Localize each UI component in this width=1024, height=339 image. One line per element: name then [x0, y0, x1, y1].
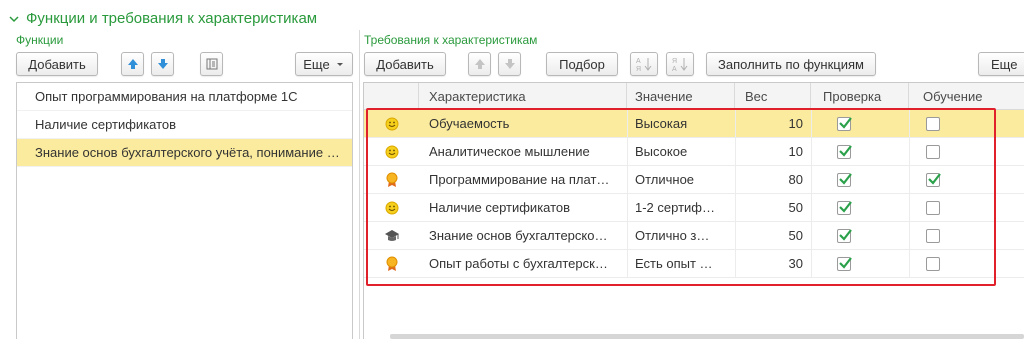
functions-label: Функции [16, 33, 64, 47]
training-checkbox[interactable] [926, 173, 941, 187]
fill-by-functions-button[interactable]: Заполнить по функциям [706, 52, 876, 76]
left-more-label: Еще [303, 56, 330, 72]
arrow-down-icon [157, 59, 168, 69]
requirements-table[interactable]: Характеристика Значение Вес Проверка Обу… [363, 82, 1024, 339]
svg-text:А: А [636, 58, 641, 65]
check-checkbox[interactable] [837, 229, 852, 243]
requirements-label: Требования к характеристикам [364, 33, 538, 47]
svg-text:Я: Я [636, 66, 641, 72]
form-settings-button[interactable] [200, 52, 223, 76]
cell-value[interactable]: Отлично з… [635, 222, 733, 250]
right-more-button[interactable]: Еще [978, 52, 1024, 76]
row-icon-cell [364, 194, 419, 222]
award-medal-icon [385, 172, 399, 188]
table-row[interactable]: Опыт работы с бухгалтерск… Есть опыт … 30 [364, 250, 1024, 278]
row-icon-cell [364, 138, 419, 166]
move-up-button[interactable] [121, 52, 144, 76]
check-checkbox[interactable] [837, 201, 852, 215]
panel-splitter[interactable] [359, 30, 360, 339]
training-checkbox[interactable] [926, 201, 940, 215]
cell-weight[interactable]: 80 [735, 166, 803, 194]
award-medal-icon [385, 256, 399, 272]
table-row[interactable]: Обучаемость Высокая 10 [364, 110, 1024, 138]
sort-descending-icon: ЯА [672, 58, 688, 72]
cell-characteristic[interactable]: Опыт работы с бухгалтерск… [429, 250, 624, 278]
training-checkbox[interactable] [926, 229, 940, 243]
header-weight[interactable]: Вес [735, 83, 811, 110]
arrow-up-icon [127, 59, 138, 69]
group-header[interactable]: Функции и требования к характеристикам [8, 8, 317, 28]
cell-characteristic[interactable]: Аналитическое мышление [429, 138, 624, 166]
cell-weight[interactable]: 10 [735, 138, 803, 166]
dropdown-arrow-icon [336, 63, 343, 66]
sort-desc-button[interactable]: ЯА [666, 52, 694, 76]
cell-weight[interactable]: 30 [735, 250, 803, 278]
left-more-button[interactable]: Еще [295, 52, 353, 76]
select-button[interactable]: Подбор [546, 52, 618, 76]
cell-characteristic[interactable]: Обучаемость [429, 110, 624, 138]
req-move-down-button[interactable] [498, 52, 521, 76]
list-item-selected[interactable]: Знание основ бухгалтерского учёта, поним… [17, 139, 352, 167]
svg-text:А: А [672, 66, 677, 72]
smiley-icon [385, 145, 399, 159]
cell-characteristic[interactable]: Наличие сертификатов [429, 194, 624, 222]
header-characteristic[interactable]: Характеристика [419, 83, 627, 110]
row-icon-cell [364, 250, 419, 278]
check-checkbox[interactable] [837, 117, 852, 131]
header-icon-col [364, 83, 419, 110]
table-row[interactable]: Наличие сертификатов 1-2 сертиф… 50 [364, 194, 1024, 222]
graduation-cap-icon [384, 229, 400, 243]
training-checkbox[interactable] [926, 257, 940, 271]
row-icon-cell [364, 110, 419, 138]
smiley-icon [385, 117, 399, 131]
row-icon-cell [364, 222, 419, 250]
header-check[interactable]: Проверка [811, 83, 909, 110]
cell-weight[interactable]: 50 [735, 222, 803, 250]
move-down-button[interactable] [151, 52, 174, 76]
add-requirement-button[interactable]: Добавить [364, 52, 446, 76]
cell-weight[interactable]: 50 [735, 194, 803, 222]
header-value[interactable]: Значение [627, 83, 735, 110]
training-checkbox[interactable] [926, 145, 940, 159]
table-header: Характеристика Значение Вес Проверка Обу… [364, 83, 1024, 110]
cell-value[interactable]: Есть опыт … [635, 250, 733, 278]
check-checkbox[interactable] [837, 173, 852, 187]
cell-characteristic[interactable]: Знание основ бухгалтерско… [429, 222, 624, 250]
functions-list[interactable]: Опыт программирования на платформе 1С На… [16, 82, 353, 339]
training-checkbox[interactable] [926, 117, 940, 131]
cell-value[interactable]: Высокая [635, 110, 733, 138]
arrow-down-icon [504, 59, 515, 69]
group-title: Функции и требования к характеристикам [26, 9, 318, 27]
svg-text:Я: Я [672, 58, 677, 65]
cell-value[interactable]: Высокое [635, 138, 733, 166]
list-item[interactable]: Наличие сертификатов [17, 111, 352, 139]
req-move-up-button[interactable] [468, 52, 491, 76]
horizontal-scrollbar[interactable] [390, 334, 1024, 339]
list-item[interactable]: Опыт программирования на платформе 1С [17, 83, 352, 111]
list-settings-icon [206, 58, 217, 70]
header-training[interactable]: Обучение [909, 83, 1024, 110]
table-row[interactable]: Программирование на плат… Отличное 80 [364, 166, 1024, 194]
cell-characteristic[interactable]: Программирование на плат… [429, 166, 624, 194]
smiley-icon [385, 201, 399, 215]
arrow-up-icon [474, 59, 485, 69]
sort-ascending-icon: АЯ [636, 58, 652, 72]
add-function-button[interactable]: Добавить [16, 52, 98, 76]
check-checkbox[interactable] [837, 145, 852, 159]
row-icon-cell [364, 166, 419, 194]
cell-weight[interactable]: 10 [735, 110, 803, 138]
check-checkbox[interactable] [837, 257, 852, 271]
chevron-down-icon[interactable] [8, 12, 20, 24]
table-row[interactable]: Знание основ бухгалтерско… Отлично з… 50 [364, 222, 1024, 250]
table-row[interactable]: Аналитическое мышление Высокое 10 [364, 138, 1024, 166]
sort-asc-button[interactable]: АЯ [630, 52, 658, 76]
cell-value[interactable]: Отличное [635, 166, 733, 194]
cell-value[interactable]: 1-2 сертиф… [635, 194, 733, 222]
